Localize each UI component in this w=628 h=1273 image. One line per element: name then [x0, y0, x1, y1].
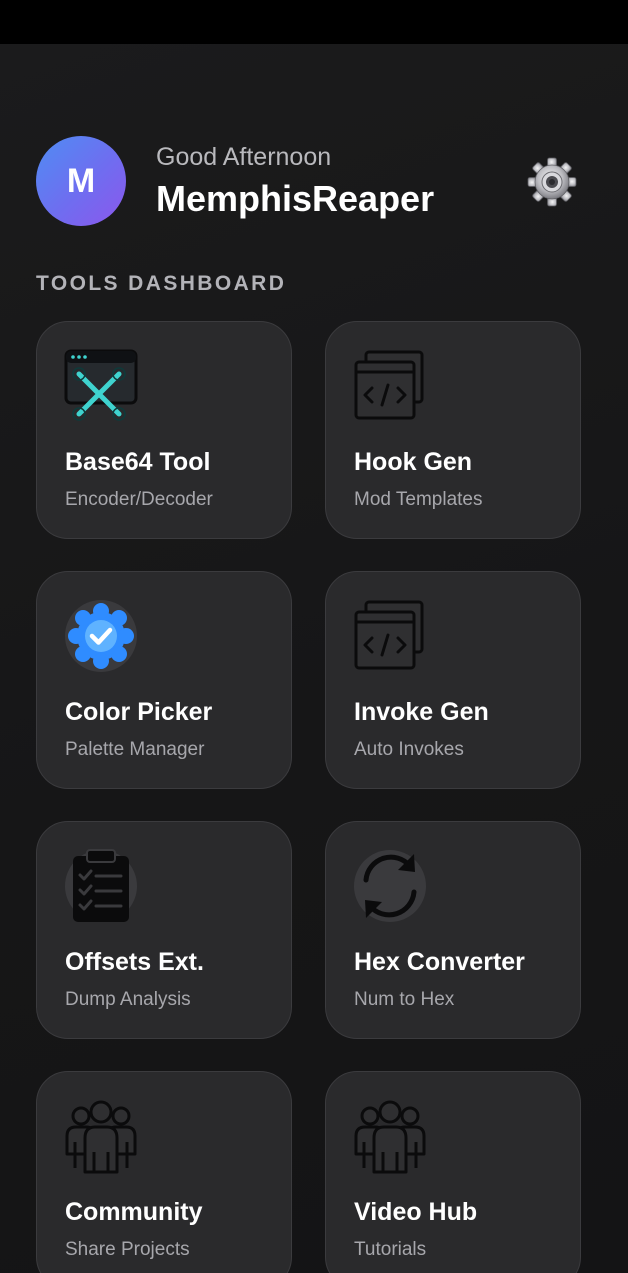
tool-subtitle: Mod Templates: [354, 489, 483, 510]
tool-card-video-hub[interactable]: Video Hub Tutorials: [325, 1071, 581, 1273]
refresh-arrows-icon: [352, 848, 428, 924]
tool-subtitle: Share Projects: [65, 1239, 190, 1260]
avatar[interactable]: M: [36, 136, 126, 226]
tool-title: Invoke Gen: [354, 698, 489, 726]
tool-title: Community: [65, 1198, 203, 1226]
tool-card-hex-converter[interactable]: Hex Converter Num to Hex: [325, 821, 581, 1039]
gear-icon: [527, 157, 577, 207]
people-group-icon: [352, 1098, 428, 1174]
verified-badge-icon: [63, 598, 139, 674]
tool-title: Hex Converter: [354, 948, 525, 976]
tool-card-community[interactable]: Community Share Projects: [36, 1071, 292, 1273]
section-title: TOOLS DASHBOARD: [36, 272, 287, 295]
tools-window-icon: [63, 348, 139, 424]
settings-button[interactable]: [526, 156, 578, 208]
username-text: MemphisReaper: [156, 178, 435, 219]
tool-title: Hook Gen: [354, 448, 473, 476]
greeting-text: Good Afternoon: [156, 143, 332, 171]
tool-subtitle: Tutorials: [354, 1239, 427, 1260]
code-window-icon: [352, 348, 428, 424]
tool-card-invoke-gen[interactable]: Invoke Gen Auto Invokes: [325, 571, 581, 789]
tool-card-offsets-ext[interactable]: Offsets Ext. Dump Analysis: [36, 821, 292, 1039]
tool-subtitle: Num to Hex: [354, 989, 455, 1010]
tool-title: Video Hub: [354, 1198, 478, 1226]
people-group-icon: [63, 1098, 139, 1174]
clipboard-checklist-icon: [63, 848, 139, 924]
tool-title: Offsets Ext.: [65, 948, 204, 976]
tool-title: Color Picker: [65, 698, 213, 726]
tool-card-hook-gen[interactable]: Hook Gen Mod Templates: [325, 321, 581, 539]
code-window-icon: [352, 598, 428, 674]
tool-subtitle: Encoder/Decoder: [65, 489, 213, 510]
status-bar: [0, 0, 628, 44]
tool-subtitle: Dump Analysis: [65, 989, 191, 1010]
tool-title: Base64 Tool: [65, 448, 211, 476]
tool-card-color-picker[interactable]: Color Picker Palette Manager: [36, 571, 292, 789]
tool-subtitle: Palette Manager: [65, 739, 205, 760]
tool-subtitle: Auto Invokes: [354, 739, 464, 760]
tool-card-base64[interactable]: Base64 Tool Encoder/Decoder: [36, 321, 292, 539]
